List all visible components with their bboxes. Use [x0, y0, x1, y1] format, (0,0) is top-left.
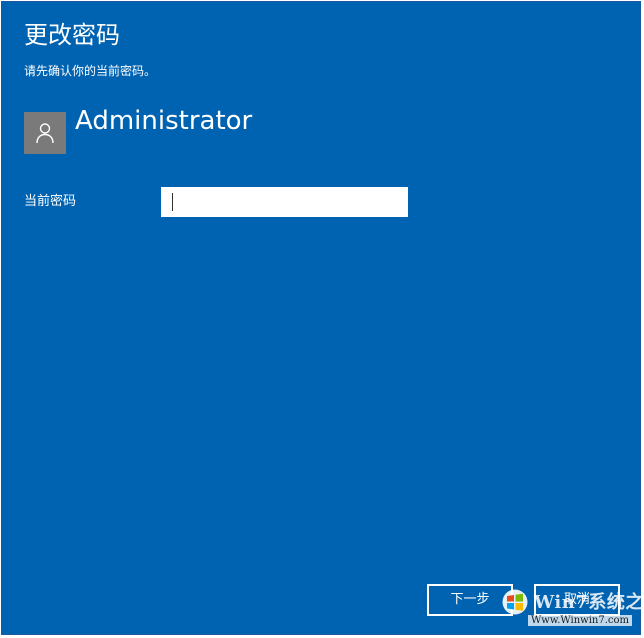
- watermark-brand: Win7系统之家: [534, 592, 644, 613]
- change-password-dialog: 更改密码 请先确认你的当前密码。 Administrator 当前密码 下一步 …: [1, 1, 641, 635]
- current-password-input[interactable]: [161, 187, 408, 217]
- user-icon: [36, 123, 54, 144]
- text-caret: [172, 193, 173, 211]
- watermark: Win7系统之家 Www.Winwin7.com: [492, 585, 644, 635]
- current-password-label: 当前密码: [24, 194, 77, 209]
- watermark-url: Www.Winwin7.com: [528, 615, 632, 626]
- user-avatar: [24, 112, 66, 154]
- dialog-subtitle: 请先确认你的当前密码。: [24, 64, 157, 78]
- windows-logo-icon: [502, 589, 528, 615]
- dialog-title: 更改密码: [24, 21, 120, 49]
- user-name: Administrator: [75, 106, 253, 136]
